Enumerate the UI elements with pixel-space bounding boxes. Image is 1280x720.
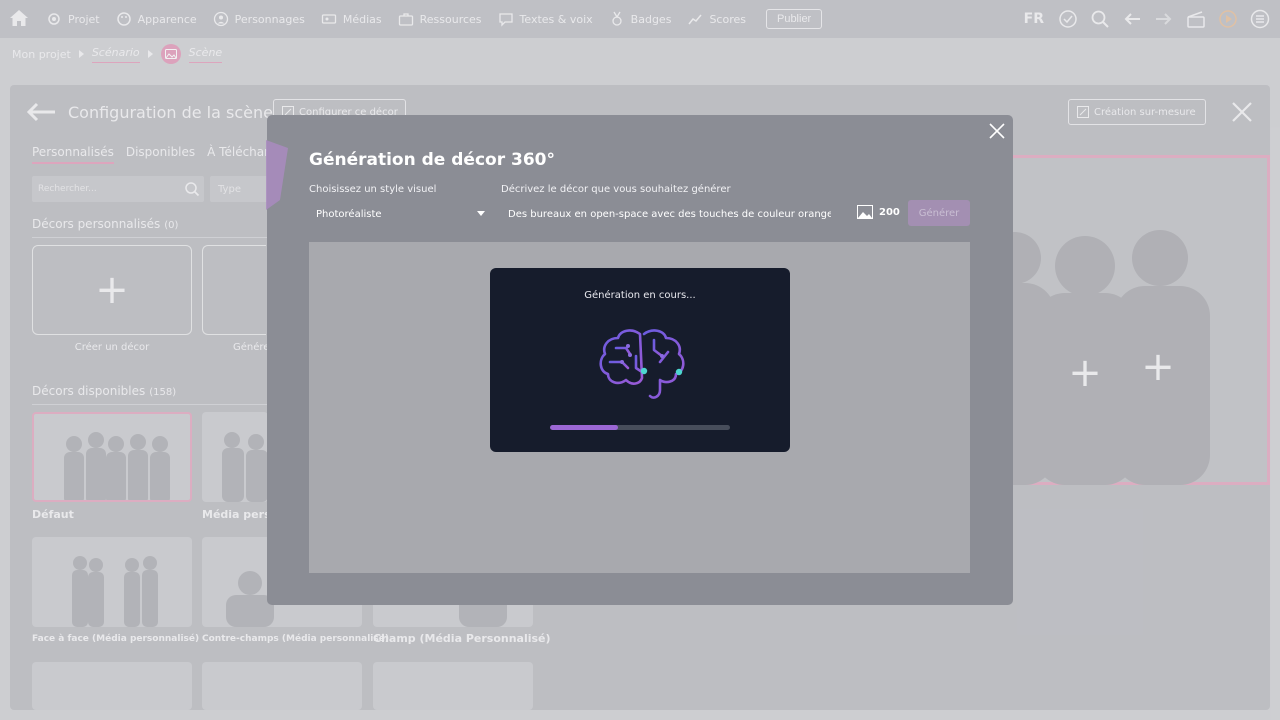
prompt-input[interactable]: Des bureaux en open-space avec des touch… xyxy=(501,203,831,225)
generation-progress-bar xyxy=(550,425,730,430)
modal-title: Génération de décor 360° xyxy=(309,150,555,170)
credits-counter: 200 xyxy=(857,205,900,219)
prompt-label: Décrivez le décor que vous souhaitez gén… xyxy=(501,184,731,195)
progress-fill xyxy=(550,425,619,430)
style-value: Photoréaliste xyxy=(316,208,382,220)
generation-status: Génération en cours... xyxy=(584,290,696,301)
brain-circuit-icon xyxy=(599,329,685,399)
chevron-down-icon xyxy=(477,211,485,216)
close-icon[interactable] xyxy=(988,122,1006,140)
generate-button[interactable]: Générer xyxy=(908,200,970,226)
decorative-accent xyxy=(266,140,288,210)
style-select[interactable]: Photoréaliste xyxy=(309,203,491,225)
credits-value: 200 xyxy=(879,206,900,218)
image-icon xyxy=(857,205,873,219)
style-label: Choisissez un style visuel xyxy=(309,184,437,195)
